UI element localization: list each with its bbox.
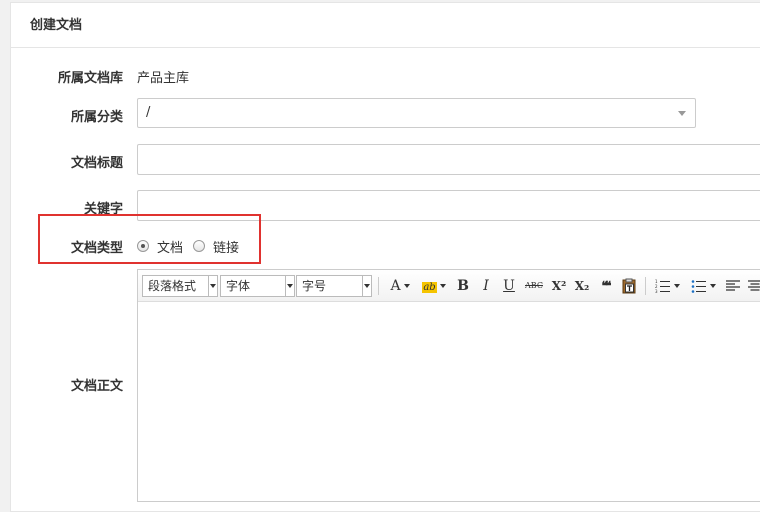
superscript-button[interactable]: X² <box>549 276 569 296</box>
chevron-down-icon <box>439 284 446 288</box>
align-left-button[interactable] <box>724 276 742 296</box>
underline-button[interactable]: U <box>500 276 518 296</box>
toolbar-separator <box>378 277 379 295</box>
font-size-combo[interactable]: 字号 <box>296 275 372 297</box>
align-center-icon <box>748 280 760 291</box>
rich-text-editor: 段落格式 字体 字号 A ab B I U ABC X² X₂ ❝❝ 1 2 3 <box>137 269 760 502</box>
editor-toolbar: 段落格式 字体 字号 A ab B I U ABC X² X₂ ❝❝ 1 2 3 <box>138 270 760 302</box>
library-value: 产品主库 <box>137 71 190 86</box>
category-label: 所属分类 <box>70 110 123 125</box>
font-size-label: 字号 <box>302 279 327 293</box>
panel-title: 创建文档 <box>11 3 760 48</box>
highlight-box <box>38 214 261 264</box>
category-select[interactable]: / <box>137 98 696 128</box>
bold-button[interactable]: B <box>454 276 472 296</box>
font-family-label: 字体 <box>226 279 251 293</box>
chevron-down-icon <box>709 284 716 288</box>
chevron-down-icon <box>678 111 686 116</box>
title-label: 文档标题 <box>70 156 123 171</box>
blockquote-button[interactable]: ❝❝ <box>595 276 615 296</box>
chevron-down-icon <box>208 276 217 296</box>
strikethrough-button[interactable]: ABC <box>522 276 546 296</box>
chevron-down-icon <box>403 284 410 288</box>
font-color-button[interactable]: A <box>386 276 414 296</box>
unordered-list-icon <box>691 280 706 293</box>
highlight-icon: ab <box>422 282 437 293</box>
paste-text-button[interactable] <box>619 276 639 296</box>
chevron-down-icon <box>362 276 371 296</box>
font-family-combo[interactable]: 字体 <box>220 275 295 297</box>
highlight-color-button[interactable]: ab <box>419 276 449 296</box>
chevron-down-icon <box>673 284 680 288</box>
unordered-list-button[interactable] <box>688 276 718 296</box>
paragraph-format-label: 段落格式 <box>148 279 197 293</box>
create-doc-panel: 创建文档 所属文档库 产品主库 所属分类 / 文档标题 关键字 文档类型 文档 … <box>10 2 760 512</box>
category-select-value: / <box>146 105 151 120</box>
content-label: 文档正文 <box>70 379 123 394</box>
italic-button[interactable]: I <box>477 276 495 296</box>
subscript-button[interactable]: X₂ <box>572 276 592 296</box>
svg-text:3: 3 <box>655 289 658 293</box>
ordered-list-button[interactable]: 1 2 3 <box>652 276 682 296</box>
editor-content-area[interactable] <box>138 302 760 501</box>
align-center-button[interactable] <box>746 276 760 296</box>
paste-text-icon <box>622 278 636 294</box>
title-input[interactable] <box>137 144 760 175</box>
align-left-icon <box>726 280 740 291</box>
ordered-list-icon: 1 2 3 <box>655 279 670 294</box>
toolbar-separator <box>645 277 646 295</box>
font-color-icon: A <box>390 278 401 294</box>
library-label: 所属文档库 <box>57 71 123 86</box>
chevron-down-icon <box>285 276 294 296</box>
paragraph-format-combo[interactable]: 段落格式 <box>142 275 218 297</box>
